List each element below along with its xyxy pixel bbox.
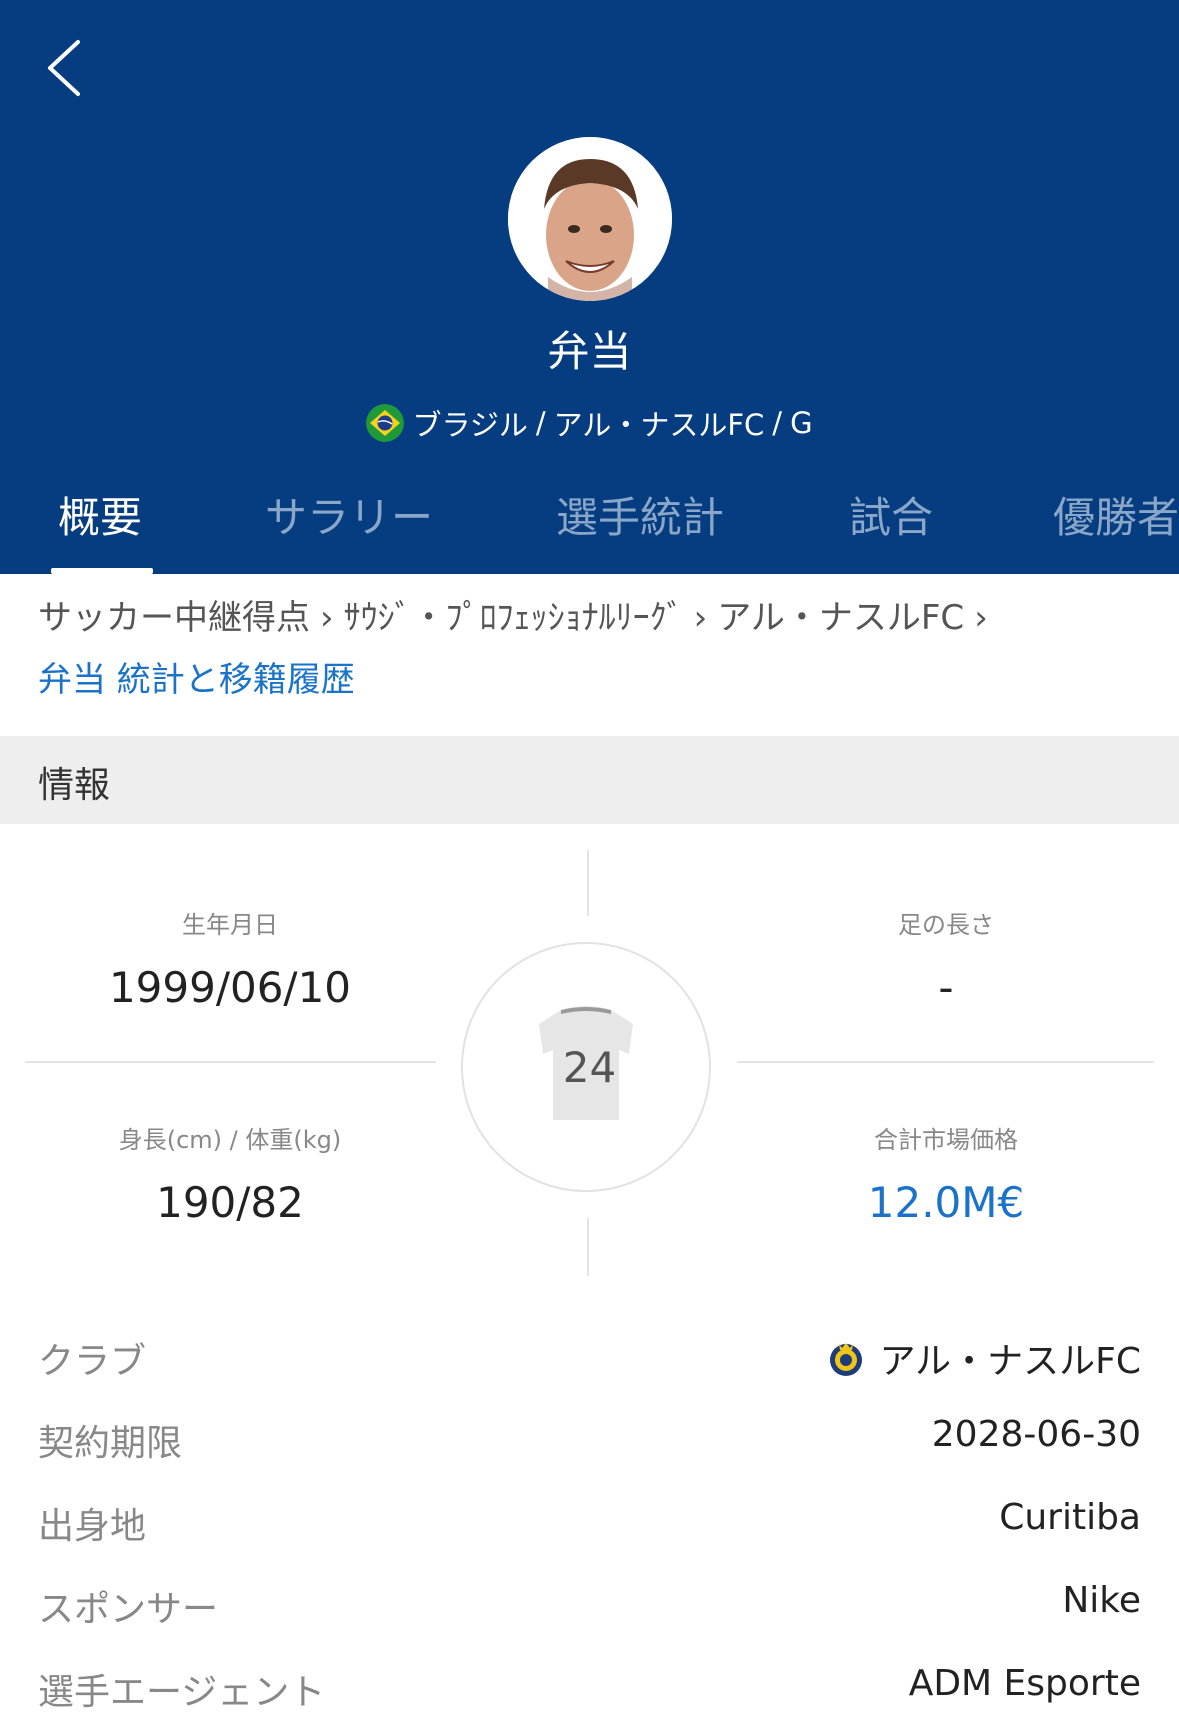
section-title: 情報 — [38, 765, 111, 806]
chevron-right-icon: › — [693, 598, 708, 638]
birthplace-value: Curitiba — [999, 1497, 1141, 1538]
agent-value: ADM Esporte — [908, 1663, 1141, 1704]
birthplace-label: 出身地 — [38, 1506, 147, 1547]
tab-bar: 概要 サラリー 選手統計 試合 優勝者 — [0, 484, 1179, 574]
club-label: クラブ — [38, 1341, 147, 1382]
sponsor-value: Nike — [1062, 1580, 1141, 1621]
breadcrumb-item[interactable]: サッカー中継得点 — [38, 598, 310, 638]
contract-label: 契約期限 — [38, 1423, 183, 1464]
birthdate-label: 生年月日 — [182, 911, 278, 939]
sponsor-label: スポンサー — [38, 1589, 219, 1630]
chevron-right-icon: › — [974, 598, 988, 638]
player-meta: ブラジル / アル・ナスルFC / G — [0, 402, 1179, 444]
tab-matches[interactable]: 試合 — [849, 484, 933, 574]
back-button[interactable] — [40, 30, 100, 100]
foot-value: - — [938, 963, 954, 1012]
meta-separator: / — [535, 406, 546, 440]
player-avatar — [508, 137, 672, 301]
active-tab-indicator — [51, 568, 153, 574]
market-value-label: 合計市場価格 — [874, 1126, 1018, 1154]
brazil-flag-icon — [366, 404, 405, 442]
height-weight-value: 190/82 — [156, 1178, 304, 1227]
contract-value: 2028-06-30 — [931, 1414, 1141, 1455]
tab-winners[interactable]: 優勝者 — [1053, 484, 1179, 574]
player-nationality: ブラジル — [412, 408, 528, 442]
tab-overview[interactable]: 概要 — [58, 484, 142, 574]
breadcrumb: サッカー中継得点 › ｻｳｼﾞ・ﾌﾟﾛﾌｪｯｼｮﾅﾙﾘｰｸﾞ › アル・ナスルFC › 弁… — [38, 596, 1158, 700]
player-header: 弁当 ブラジル / アル・ナスルFC / G 概要 サラリー 選手統計 試合 優… — [0, 0, 1179, 574]
player-position: G — [790, 406, 813, 440]
player-club: アル・ナスルFC — [553, 408, 765, 442]
divider — [587, 1218, 589, 1276]
club-value[interactable]: アル・ナスルFC — [826, 1332, 1141, 1384]
tab-player-stats[interactable]: 選手統計 — [556, 484, 724, 574]
club-crest-icon — [829, 1343, 862, 1376]
market-value[interactable]: 12.0M€ — [716, 1178, 1176, 1227]
birthdate-value: 1999/06/10 — [108, 963, 352, 1012]
chevron-right-icon: › — [320, 598, 334, 638]
tab-salary[interactable]: サラリー — [265, 484, 433, 574]
breadcrumb-item[interactable]: ｻｳｼﾞ・ﾌﾟﾛﾌｪｯｼｮﾅﾙﾘｰｸﾞ — [344, 598, 684, 638]
club-name: アル・ナスルFC — [879, 1341, 1141, 1382]
info-section-header: 情報 — [0, 736, 1179, 824]
divider — [587, 850, 589, 916]
jersey-number: 24 — [562, 1043, 617, 1092]
foot-label: 足の長さ — [898, 911, 994, 939]
breadcrumb-item[interactable]: アル・ナスルFC — [717, 598, 964, 638]
player-name: 弁当 — [547, 327, 632, 376]
breadcrumb-current[interactable]: 弁当 統計と移籍履歴 — [38, 658, 355, 702]
height-weight-label: 身長(cm) / 体重(kg) — [118, 1126, 342, 1154]
meta-separator: / — [772, 406, 783, 440]
back-arrow-icon — [48, 40, 80, 96]
agent-label: 選手エージェント — [38, 1672, 326, 1713]
